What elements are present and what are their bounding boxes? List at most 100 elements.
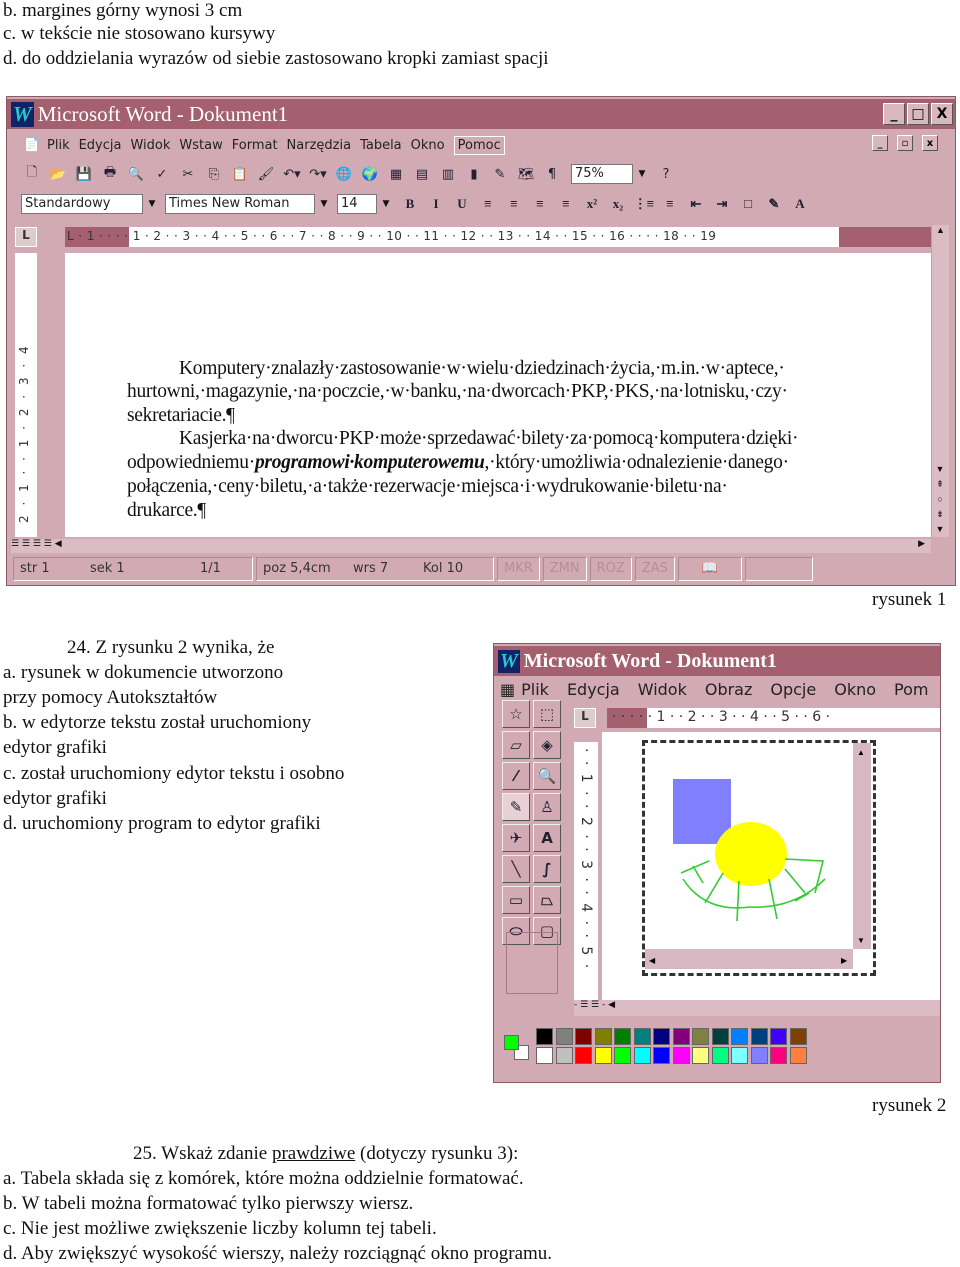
palette-color-swatch[interactable] xyxy=(731,1047,748,1064)
help-icon[interactable]: ? xyxy=(655,163,677,185)
insert-excel-icon[interactable]: ▥ xyxy=(437,163,459,185)
chevron-down-icon[interactable]: ▼ xyxy=(635,164,649,184)
palette-color-swatch[interactable] xyxy=(575,1047,592,1064)
free-select-icon[interactable]: ☆ xyxy=(502,700,530,728)
print-preview-icon[interactable]: 🔍 xyxy=(125,163,147,185)
vertical-ruler[interactable]: · · 1 · · 2 · · 3 · · 4 · · 5 · xyxy=(574,742,598,1000)
font-color-button[interactable]: A xyxy=(789,193,811,215)
menu-okno[interactable]: Okno xyxy=(411,138,445,153)
scroll-nav-icon[interactable]: ▼ ⇞ ○ ⇟ ▼ xyxy=(932,462,948,537)
vertical-ruler[interactable]: 2 · 1 · · 1 · 2 · 3 · 4 xyxy=(15,253,37,537)
color-picker-icon[interactable]: ⁄ xyxy=(502,762,530,790)
chevron-down-icon[interactable]: ▼ xyxy=(145,194,159,214)
format-painter-icon[interactable]: 🖌 xyxy=(255,163,277,185)
doc-close-button[interactable]: x xyxy=(922,135,938,151)
size-select[interactable]: 14 xyxy=(337,194,377,214)
insert-table-icon[interactable]: ▤ xyxy=(411,163,433,185)
embedded-paint-object[interactable]: ▲ ▼ ◀ ▶ xyxy=(642,740,876,976)
palette-color-swatch[interactable] xyxy=(770,1047,787,1064)
decrease-indent-button[interactable]: ⇤ xyxy=(685,193,707,215)
scroll-down-icon[interactable]: ▼ xyxy=(857,936,865,945)
status-zas[interactable]: ZAS xyxy=(634,557,675,581)
justify-button[interactable]: ≡ xyxy=(555,193,577,215)
menu-edycja[interactable]: Edycja xyxy=(567,680,620,699)
curve-icon[interactable]: ∫ xyxy=(533,855,561,883)
palette-color-swatch[interactable] xyxy=(731,1028,748,1045)
scroll-up-icon[interactable]: ▲ xyxy=(857,748,865,757)
increase-indent-button[interactable]: ⇥ xyxy=(711,193,733,215)
palette-color-swatch[interactable] xyxy=(789,1028,807,1045)
paint-canvas[interactable]: ▲ ▼ ◀ ▶ xyxy=(645,743,873,973)
document-page[interactable]: Komputery·znalazły·zastosowanie·w·wielu·… xyxy=(65,253,931,537)
show-formatting-icon[interactable]: ¶ xyxy=(541,163,563,185)
menu-format[interactable]: Format xyxy=(232,138,278,153)
brush-icon[interactable]: ♙ xyxy=(533,793,561,821)
zoom-select[interactable]: 75% xyxy=(571,164,633,184)
cut-icon[interactable]: ✂ xyxy=(177,163,199,185)
palette-color-swatch[interactable] xyxy=(594,1028,612,1045)
scroll-up-icon[interactable]: ▲ xyxy=(932,225,949,235)
scroll-right-icon[interactable]: ▶ xyxy=(918,539,925,549)
doc-minimize-button[interactable]: _ xyxy=(872,135,888,151)
palette-color-swatch[interactable] xyxy=(536,1047,553,1064)
menu-edycja[interactable]: Edycja xyxy=(79,138,122,153)
palette-color-swatch[interactable] xyxy=(555,1047,573,1064)
copy-icon[interactable]: ⎘ xyxy=(203,163,225,185)
line-icon[interactable]: ╲ xyxy=(502,855,530,883)
palette-color-swatch[interactable] xyxy=(711,1047,729,1064)
horizontal-scrollbar[interactable]: - ☰ ☰ - ◀ xyxy=(574,1000,940,1016)
maximize-button[interactable]: □ xyxy=(907,103,929,125)
bullets-button[interactable]: ≡ xyxy=(659,193,681,215)
web-toolbar-icon[interactable]: 🌍 xyxy=(359,163,381,185)
menu-narzedzia[interactable]: Narzędzia xyxy=(287,138,352,153)
tab-stop-button[interactable]: L xyxy=(15,227,37,247)
rectangle-icon[interactable]: ▭ xyxy=(502,886,530,914)
hyperlink-icon[interactable]: 🌐 xyxy=(333,163,355,185)
view-buttons[interactable]: ☰ ☰ ☰ ☰ ◀ xyxy=(11,539,62,549)
menu-plik[interactable]: Plik xyxy=(47,138,70,153)
palette-color-swatch[interactable] xyxy=(594,1047,612,1064)
minimize-button[interactable]: _ xyxy=(883,103,905,125)
spelling-status-icon[interactable]: 📖 xyxy=(677,557,742,581)
highlight-button[interactable]: ✎ xyxy=(763,193,785,215)
palette-color-swatch[interactable] xyxy=(653,1047,670,1064)
doc-restore-button[interactable]: ▫ xyxy=(897,135,913,151)
palette-color-swatch[interactable] xyxy=(672,1047,690,1064)
bold-button[interactable]: B xyxy=(399,193,421,215)
menu-plik[interactable]: Plik xyxy=(521,680,549,699)
palette-color-swatch[interactable] xyxy=(575,1028,592,1045)
borders-button[interactable]: □ xyxy=(737,193,759,215)
palette-color-swatch[interactable] xyxy=(789,1047,807,1064)
current-colors[interactable] xyxy=(500,1029,530,1065)
magnifier-icon[interactable]: 🔍 xyxy=(533,762,561,790)
menu-wstaw[interactable]: Wstaw xyxy=(179,138,222,153)
palette-color-swatch[interactable] xyxy=(614,1028,631,1045)
align-center-button[interactable]: ≡ xyxy=(503,193,525,215)
new-icon[interactable]: 🗋 xyxy=(21,163,43,185)
menu-tabela[interactable]: Tabela xyxy=(360,138,402,153)
horizontal-scrollbar[interactable]: ☰ ☰ ☰ ☰ ◀ ▶ xyxy=(11,539,931,553)
tab-stop-button[interactable]: L xyxy=(574,708,596,728)
save-icon[interactable]: 💾 xyxy=(73,163,95,185)
text-icon[interactable]: A xyxy=(533,824,561,852)
chevron-down-icon[interactable]: ▼ xyxy=(379,194,393,214)
align-left-button[interactable]: ≡ xyxy=(477,193,499,215)
palette-color-swatch[interactable] xyxy=(555,1028,573,1045)
palette-color-swatch[interactable] xyxy=(770,1028,787,1045)
palette-color-swatch[interactable] xyxy=(633,1028,651,1045)
tool-options[interactable] xyxy=(506,932,558,994)
tables-borders-icon[interactable]: ▦ xyxy=(385,163,407,185)
menu-okno[interactable]: Okno xyxy=(834,680,876,699)
italic-button[interactable]: I xyxy=(425,193,447,215)
palette-color-swatch[interactable] xyxy=(711,1028,729,1045)
pencil-icon[interactable]: ✎ xyxy=(502,793,530,821)
palette-color-swatch[interactable] xyxy=(672,1028,690,1045)
paste-icon[interactable]: 📋 xyxy=(229,163,251,185)
palette-color-swatch[interactable] xyxy=(692,1028,709,1045)
columns-icon[interactable]: ▮ xyxy=(463,163,485,185)
spelling-icon[interactable]: ✓ xyxy=(151,163,173,185)
subscript-button[interactable]: x₂ xyxy=(607,193,629,215)
scroll-left-icon[interactable]: ◀ xyxy=(649,956,656,965)
palette-color-swatch[interactable] xyxy=(750,1028,768,1045)
foreground-color-swatch[interactable] xyxy=(504,1035,519,1050)
